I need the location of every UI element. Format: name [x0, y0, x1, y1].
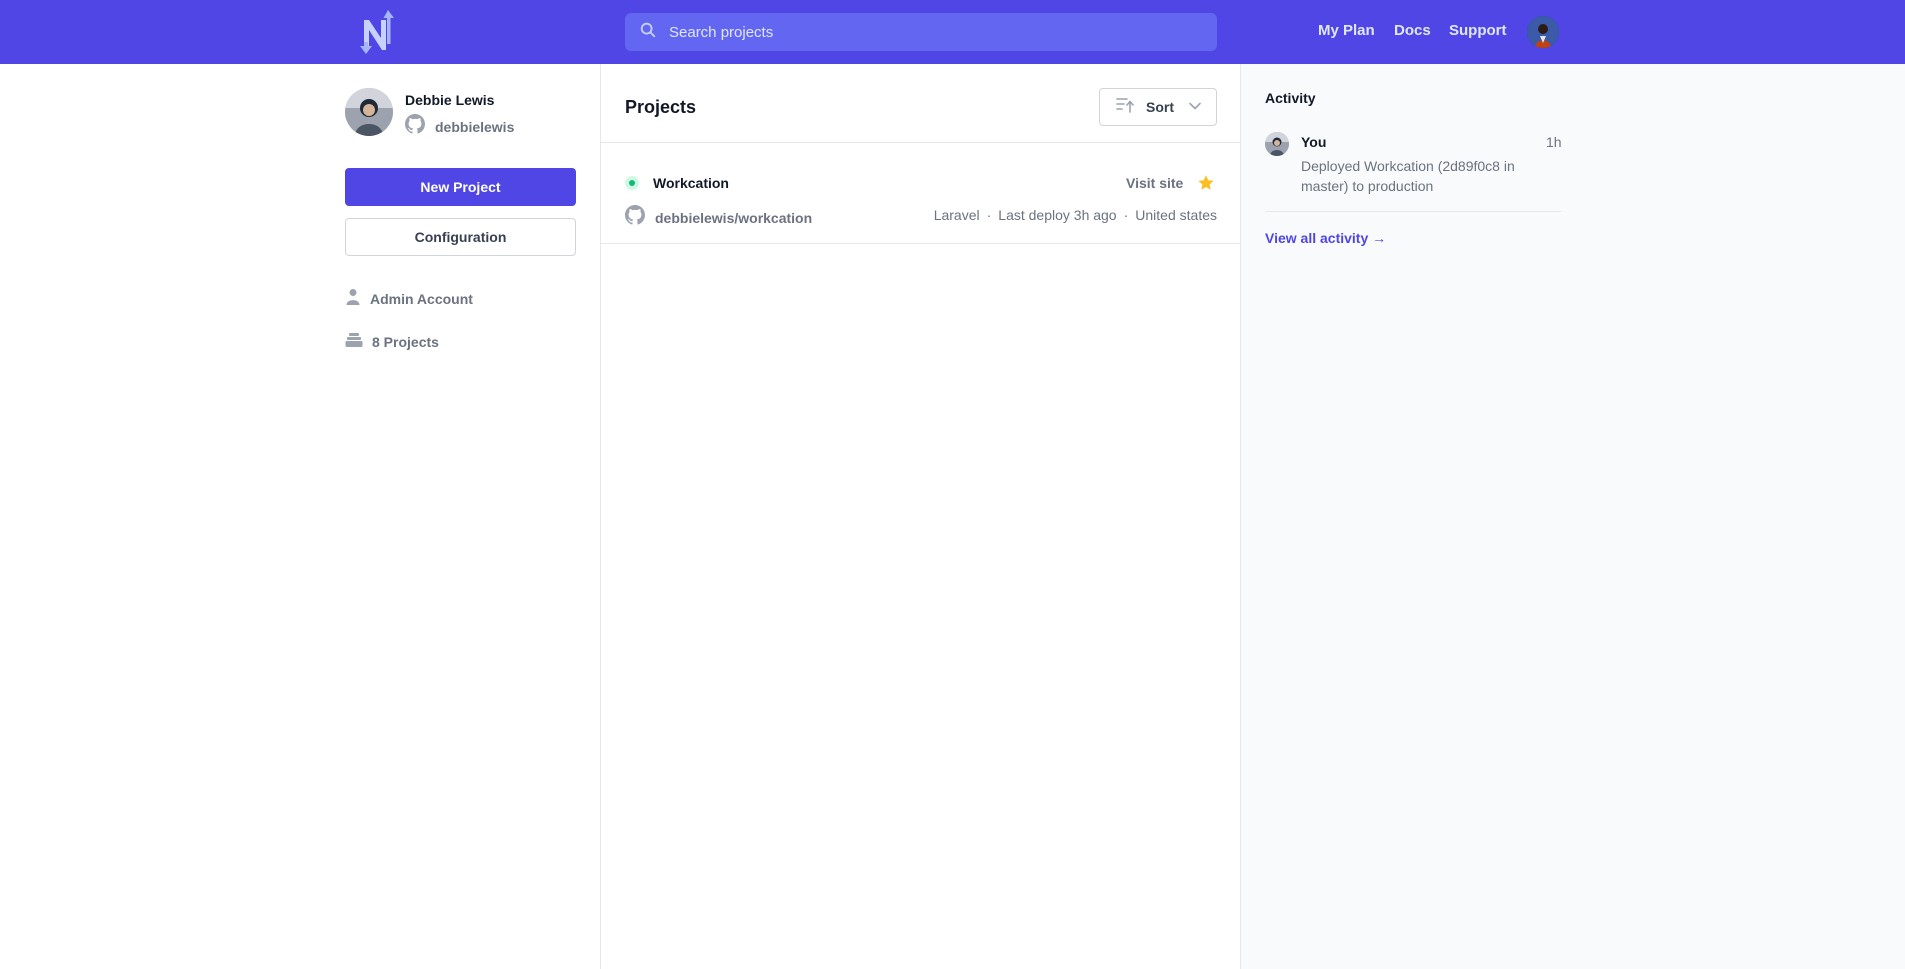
- github-account: debbielewis: [405, 114, 514, 139]
- activity-user: You: [1301, 134, 1327, 150]
- projects-count-info: 8 Projects: [345, 332, 439, 351]
- visit-site-link[interactable]: Visit site: [1126, 175, 1183, 191]
- activity-timestamp: 1h: [1546, 134, 1562, 150]
- project-meta: Laravel · Last deploy 3h ago · United st…: [934, 207, 1217, 223]
- profile-sidebar: Debbie Lewis debbielewis New Project Con…: [0, 64, 601, 969]
- repository-link[interactable]: debbielewis/workcation: [655, 210, 812, 226]
- nav-my-plan[interactable]: My Plan: [1318, 22, 1375, 39]
- stack-icon: [345, 332, 363, 351]
- project-row[interactable]: Workcation Visit site debbielewis/workca…: [601, 144, 1241, 244]
- new-project-button[interactable]: New Project: [345, 168, 576, 206]
- divider: [1265, 211, 1561, 212]
- activity-title: Activity: [1265, 90, 1316, 106]
- activity-panel: Activity You 1h Deployed Workcation (2d8…: [1241, 64, 1905, 969]
- admin-account-label: Admin Account: [370, 290, 473, 307]
- last-deploy-label: Last deploy 3h ago: [998, 207, 1117, 223]
- sort-label: Sort: [1146, 99, 1174, 115]
- sort-button[interactable]: Sort: [1099, 88, 1217, 126]
- meta-separator: ·: [1123, 207, 1129, 223]
- sort-ascending-icon: [1116, 97, 1134, 118]
- projects-header: Projects Sort: [601, 64, 1241, 143]
- framework-label: Laravel: [933, 207, 980, 223]
- chevron-down-icon: [1188, 98, 1202, 116]
- star-icon[interactable]: [1197, 174, 1215, 192]
- top-navbar: My Plan Docs Support: [0, 0, 1905, 64]
- view-all-activity-link[interactable]: View all activity →: [1265, 230, 1386, 246]
- region-label: United states: [1135, 207, 1217, 223]
- github-icon: [625, 205, 645, 230]
- configuration-button[interactable]: Configuration: [345, 218, 576, 256]
- nav-support[interactable]: Support: [1449, 22, 1507, 39]
- meta-separator: ·: [986, 207, 992, 223]
- user-menu-avatar[interactable]: [1527, 16, 1559, 48]
- user-icon: [345, 288, 361, 309]
- activity-avatar: [1265, 132, 1289, 156]
- project-name[interactable]: Workcation: [653, 175, 729, 191]
- project-repository: debbielewis/workcation: [625, 205, 812, 230]
- github-icon: [405, 114, 425, 139]
- profile-name: Debbie Lewis: [405, 92, 495, 108]
- github-handle[interactable]: debbielewis: [435, 119, 514, 135]
- admin-account-info: Admin Account: [345, 288, 473, 309]
- search-bar[interactable]: [625, 13, 1217, 51]
- search-icon: [639, 21, 657, 44]
- page-title: Projects: [625, 97, 697, 117]
- status-indicator: [625, 176, 639, 190]
- nav-docs[interactable]: Docs: [1394, 22, 1431, 39]
- profile-avatar: [345, 88, 393, 136]
- projects-panel: Projects Sort Workcation Visit site debb…: [601, 64, 1241, 969]
- activity-description: Deployed Workcation (2d89f0c8 in master)…: [1301, 158, 1515, 194]
- search-input[interactable]: [669, 23, 1189, 41]
- app-logo[interactable]: [358, 6, 402, 58]
- projects-count-label: 8 Projects: [372, 333, 439, 350]
